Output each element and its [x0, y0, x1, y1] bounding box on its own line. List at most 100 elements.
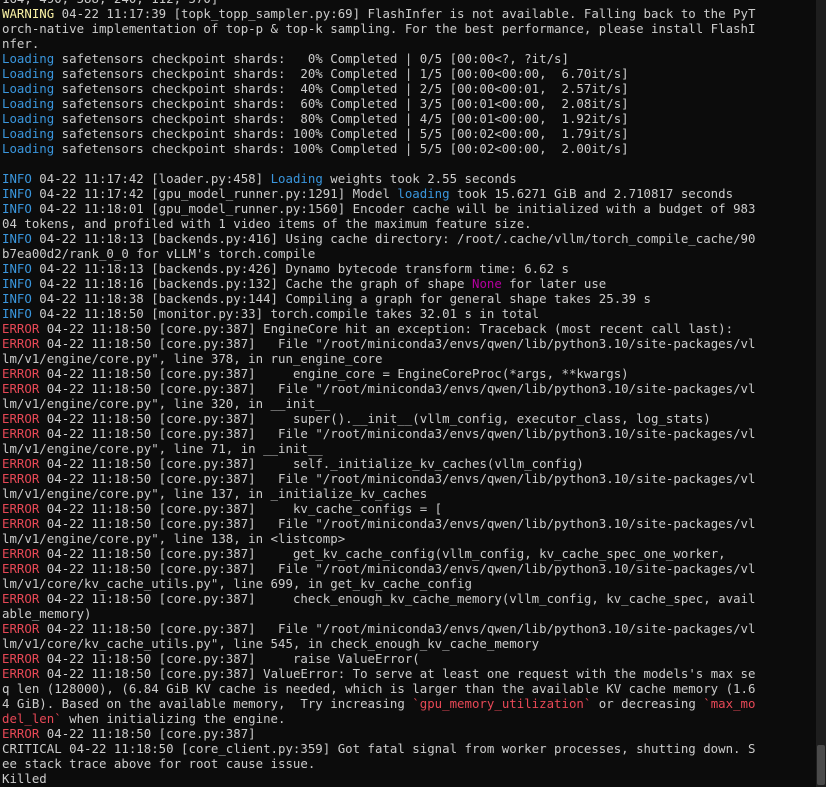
- terminal-line: Loading safetensors checkpoint shards: 0…: [2, 51, 826, 66]
- log-text: lm/v1/engine/core.py", line 378, in run_…: [2, 351, 383, 366]
- terminal-line: ERROR 04-22 11:18:50 [core.py:387] File …: [2, 381, 826, 396]
- log-text: nfer.: [2, 36, 40, 51]
- log-none-keyword: None: [471, 276, 502, 291]
- log-text: CRITICAL 04-22 11:18:50 [core_client.py:…: [2, 741, 756, 756]
- terminal-line: ERROR 04-22 11:18:50 [core.py:387] File …: [2, 471, 826, 486]
- log-text: 04-22 11:18:50 [core.py:387] check_enoug…: [39, 591, 756, 606]
- log-text: orch-native implementation of top-p & to…: [2, 21, 756, 36]
- terminal-line: ERROR 04-22 11:18:50 [core.py:387] raise…: [2, 651, 826, 666]
- log-text: when initializing the engine.: [61, 711, 286, 726]
- terminal-line: lm/v1/engine/core.py", line 137, in _ini…: [2, 486, 826, 501]
- log-text: 04-22 11:18:13 [backends.py:426] Dynamo …: [31, 261, 569, 276]
- log-text: safetensors checkpoint shards: 60% Compl…: [54, 96, 629, 111]
- terminal-line: lm/v1/core/kv_cache_utils.py", line 699,…: [2, 576, 826, 591]
- log-info: Loading: [2, 111, 55, 126]
- terminal-line: ERROR 04-22 11:18:50 [core.py:387] super…: [2, 411, 826, 426]
- terminal-line: q len (128000), (6.84 GiB KV cache is ne…: [2, 681, 826, 696]
- log-error: ERROR: [2, 621, 40, 636]
- log-info: INFO: [2, 171, 32, 186]
- terminal-line: ERROR 04-22 11:18:50 [core.py:387] get_k…: [2, 546, 826, 561]
- log-error: ERROR: [2, 471, 40, 486]
- log-error: ERROR: [2, 546, 40, 561]
- log-info: INFO: [2, 306, 32, 321]
- terminal-line: INFO 04-22 11:18:13 [backends.py:416] Us…: [2, 231, 826, 246]
- log-error: ERROR: [2, 366, 40, 381]
- terminal-line: INFO 04-22 11:17:42 [loader.py:458] Load…: [2, 171, 826, 186]
- log-error: ERROR: [2, 666, 40, 681]
- log-text: b7ea00d2/rank_0_0 for vLLM's torch.compi…: [2, 246, 316, 261]
- log-text: took 15.6271 GiB and 2.710817 seconds: [449, 186, 734, 201]
- scrollbar[interactable]: [816, 0, 826, 787]
- log-text: 04-22 11:18:50 [core.py:387] super().__i…: [39, 411, 711, 426]
- terminal-line: orch-native implementation of top-p & to…: [2, 21, 826, 36]
- log-text: 04-22 11:17:39 [topk_topp_sampler.py:69]…: [54, 6, 756, 21]
- log-error: ERROR: [2, 426, 40, 441]
- terminal-line: ERROR 04-22 11:18:50 [core.py:387] File …: [2, 621, 826, 636]
- terminal-line: ERROR 04-22 11:18:50 [core.py:387] File …: [2, 561, 826, 576]
- log-text: 04-22 11:18:01 [gpu_model_runner.py:1560…: [31, 201, 756, 216]
- terminal-line: INFO 04-22 11:18:01 [gpu_model_runner.py…: [2, 201, 826, 216]
- log-info: Loading: [2, 126, 55, 141]
- terminal-line: INFO 04-22 11:18:50 [monitor.py:33] torc…: [2, 306, 826, 321]
- log-text: for later use: [501, 276, 607, 291]
- terminal-line: ERROR 04-22 11:18:50 [core.py:387] Value…: [2, 666, 826, 681]
- terminal-line: ee stack trace above for root cause issu…: [2, 756, 826, 771]
- terminal-line: ERROR 04-22 11:18:50 [core.py:387] File …: [2, 516, 826, 531]
- log-text: safetensors checkpoint shards: 80% Compl…: [54, 111, 629, 126]
- terminal-line: ERROR 04-22 11:18:50 [core.py:387] check…: [2, 591, 826, 606]
- log-info: Loading: [2, 141, 55, 156]
- terminal-line: Loading safetensors checkpoint shards: 6…: [2, 96, 826, 111]
- terminal-line: ERROR 04-22 11:18:50 [core.py:387] Engin…: [2, 321, 826, 336]
- log-text: safetensors checkpoint shards: 20% Compl…: [54, 66, 629, 81]
- log-info: Loading: [2, 51, 55, 66]
- log-text: Killed: [2, 771, 47, 786]
- log-error: ERROR: [2, 381, 40, 396]
- log-error: ERROR: [2, 561, 40, 576]
- terminal-line: ERROR 04-22 11:18:50 [core.py:387] engin…: [2, 366, 826, 381]
- terminal-line: INFO 04-22 11:17:42 [gpu_model_runner.py…: [2, 186, 826, 201]
- log-text: lm/v1/engine/core.py", line 320, in __in…: [2, 396, 331, 411]
- terminal-line: ERROR 04-22 11:18:50 [core.py:387] File …: [2, 336, 826, 351]
- log-info: INFO: [2, 231, 32, 246]
- log-text: 04-22 11:18:50 [core.py:387] ValueError:…: [39, 666, 756, 681]
- log-text: safetensors checkpoint shards: 100% Comp…: [54, 141, 629, 156]
- log-error: ERROR: [2, 726, 40, 741]
- log-text: 04-22 11:18:50 [core.py:387]: [39, 726, 256, 741]
- log-text: 04-22 11:18:50 [core.py:387] File "/root…: [39, 336, 756, 351]
- log-error: ERROR: [2, 591, 40, 606]
- log-text: 04 tokens, and profiled with 1 video ite…: [2, 216, 532, 231]
- terminal-window[interactable]: 164, 490, 588, 240, 112, 570]WARNING 04-…: [0, 0, 826, 787]
- terminal-line: lm/v1/engine/core.py", line 138, in <lis…: [2, 531, 826, 546]
- log-text: 04-22 11:18:38 [backends.py:144] Compili…: [31, 291, 652, 306]
- log-text: 04-22 11:18:50 [core.py:387] kv_cache_co…: [39, 501, 443, 516]
- log-text: 04-22 11:18:50 [core.py:387] self._initi…: [39, 456, 584, 471]
- terminal-line: nfer.: [2, 36, 826, 51]
- log-warning: WARNING: [2, 6, 55, 21]
- terminal-line: CRITICAL 04-22 11:18:50 [core_client.py:…: [2, 741, 826, 756]
- log-text: 04-22 11:18:50 [core.py:387] File "/root…: [39, 516, 756, 531]
- terminal-line: ERROR 04-22 11:18:50 [core.py:387] self.…: [2, 456, 826, 471]
- log-text: 04-22 11:18:50 [core.py:387] EngineCore …: [39, 321, 734, 336]
- terminal-line: able_memory): [2, 606, 826, 621]
- log-error: ERROR: [2, 321, 40, 336]
- terminal-line: Loading safetensors checkpoint shards: 1…: [2, 126, 826, 141]
- terminal-line: lm/v1/engine/core.py", line 71, in __ini…: [2, 441, 826, 456]
- log-error: ERROR: [2, 456, 40, 471]
- log-info: Loading: [2, 96, 55, 111]
- scrollbar-thumb[interactable]: [817, 745, 825, 785]
- log-text: q len (128000), (6.84 GiB KV cache is ne…: [2, 681, 756, 696]
- terminal-line: 4 GiB). Based on the available memory, T…: [2, 696, 826, 711]
- log-text: lm/v1/engine/core.py", line 71, in __ini…: [2, 441, 323, 456]
- log-text: 04-22 11:18:16 [backends.py:132] Cache t…: [31, 276, 472, 291]
- log-info: Loading: [2, 66, 55, 81]
- log-text: or decreasing: [591, 696, 704, 711]
- log-error: ERROR: [2, 501, 40, 516]
- terminal-line: lm/v1/engine/core.py", line 320, in __in…: [2, 396, 826, 411]
- log-info: INFO: [2, 291, 32, 306]
- log-info: INFO: [2, 276, 32, 291]
- log-text: lm/v1/engine/core.py", line 138, in <lis…: [2, 531, 346, 546]
- terminal-line: ERROR 04-22 11:18:50 [core.py:387] kv_ca…: [2, 501, 826, 516]
- log-text: 04-22 11:17:42 [gpu_model_runner.py:1291…: [31, 186, 398, 201]
- log-text: able_memory): [2, 606, 92, 621]
